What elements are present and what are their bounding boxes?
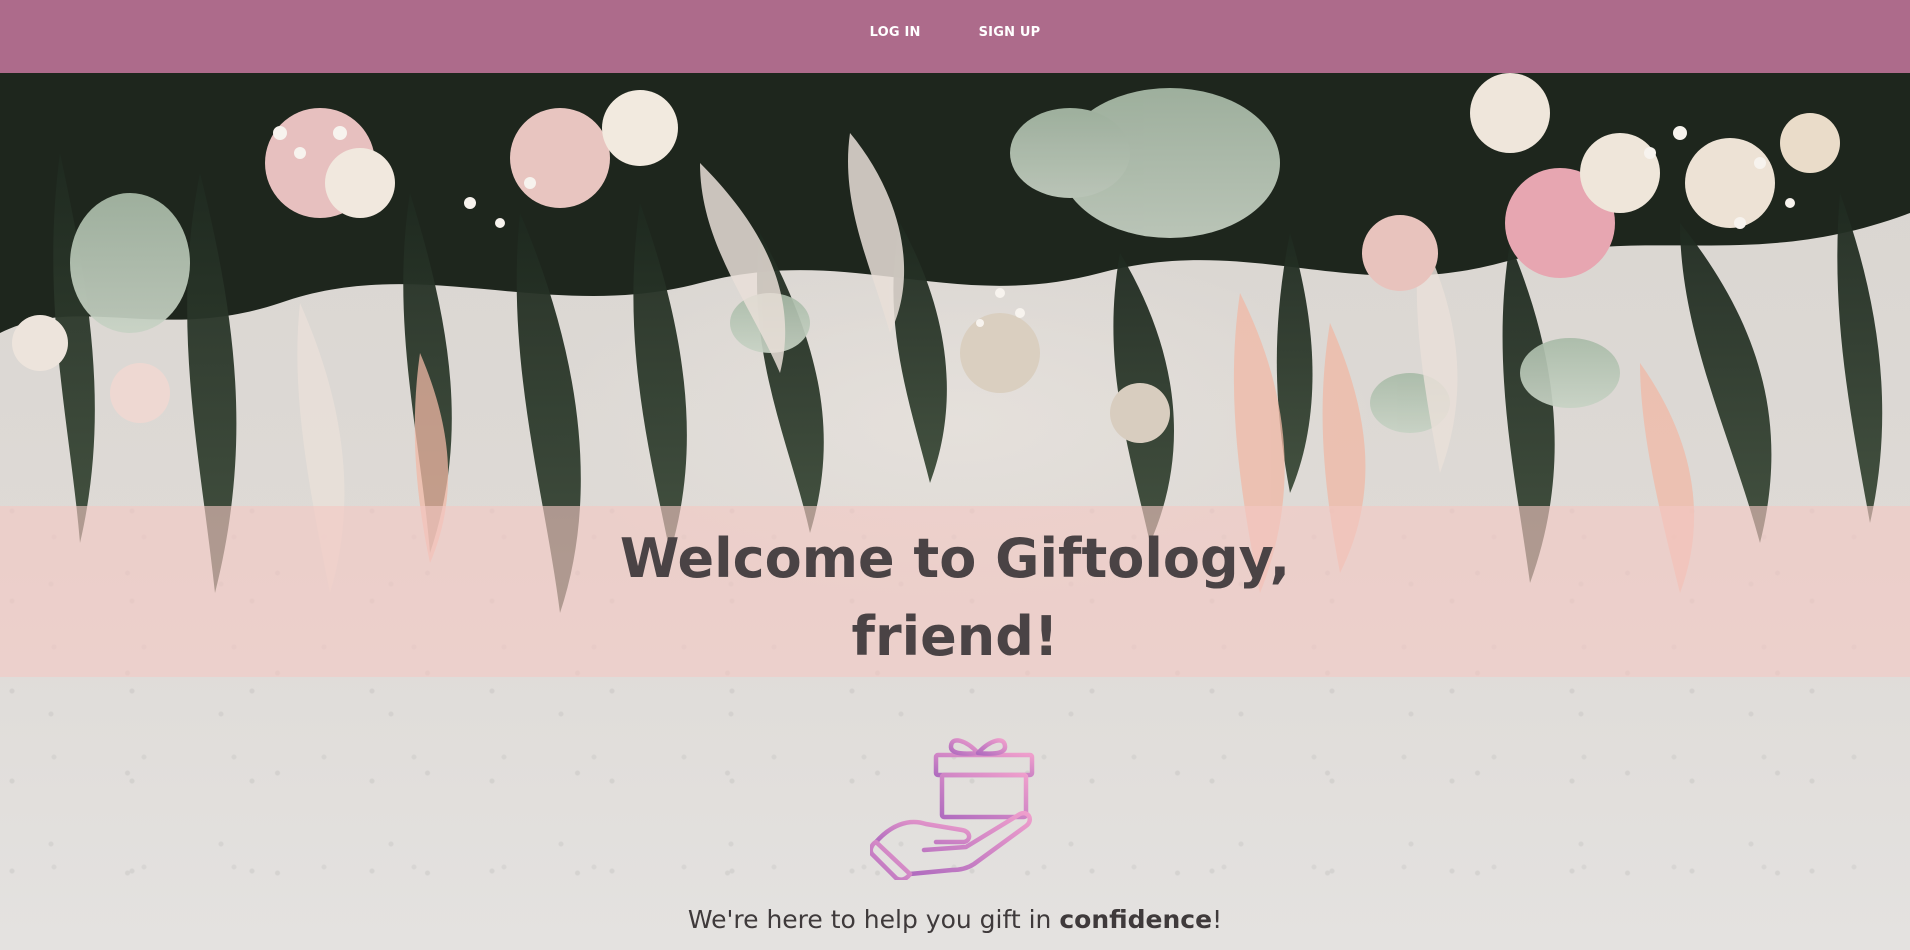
login-link[interactable]: LOG IN: [870, 25, 921, 40]
top-navbar: LOG IN SIGN UP: [0, 0, 1910, 73]
tagline-suffix: !: [1212, 905, 1223, 934]
signup-link[interactable]: SIGN UP: [979, 25, 1041, 40]
welcome-line-2: friend!: [851, 604, 1059, 668]
welcome-banner: Welcome to Giftology, friend!: [0, 506, 1910, 677]
welcome-heading: Welcome to Giftology, friend!: [605, 520, 1305, 676]
gift-in-hand-icon: [870, 738, 1035, 880]
tagline: We're here to help you gift in confidenc…: [0, 905, 1910, 934]
welcome-line-1: Welcome to Giftology,: [619, 526, 1291, 590]
page: LOG IN SIGN UP Welcome to Giftology, fri…: [0, 0, 1910, 950]
tagline-emphasis: confidence: [1059, 905, 1213, 934]
tagline-prefix: We're here to help you gift in: [687, 905, 1060, 934]
